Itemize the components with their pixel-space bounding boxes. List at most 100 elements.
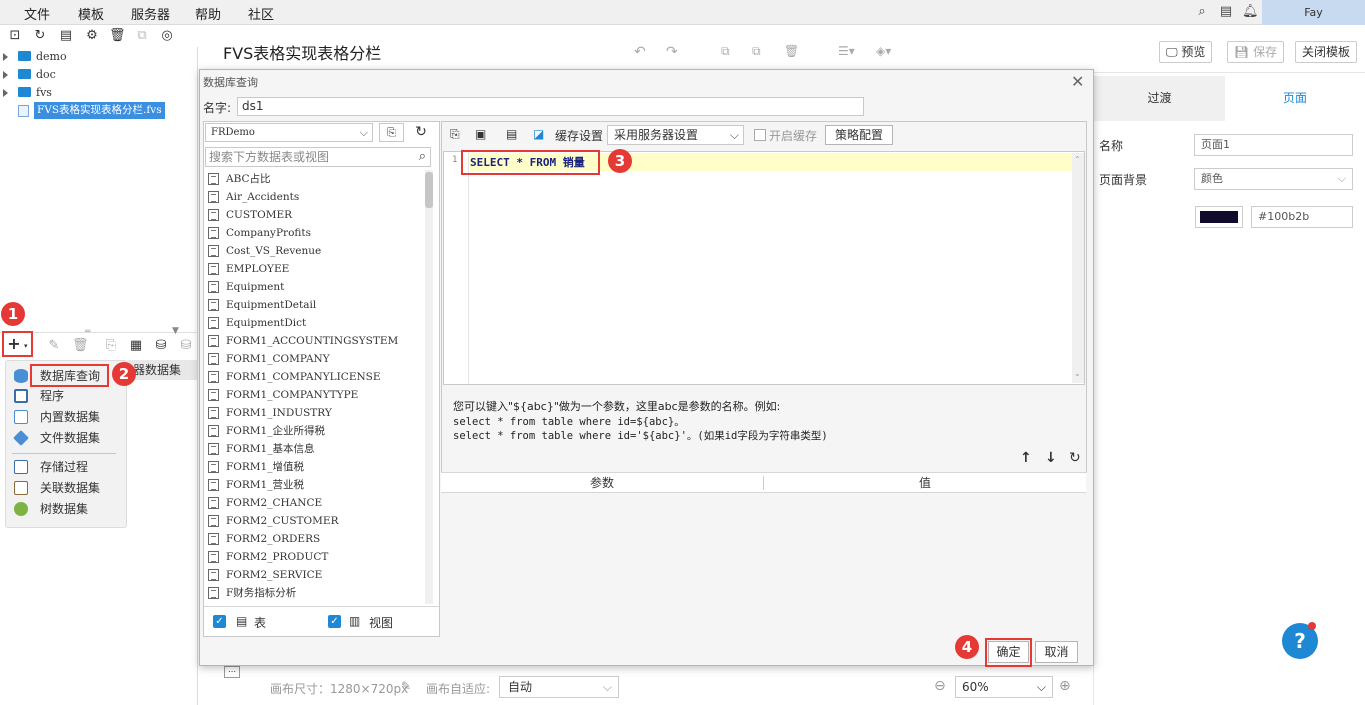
collapse-icon[interactable]: ▼ [172, 326, 179, 336]
delete-icon[interactable]: 🗑︎ [784, 44, 799, 58]
close-template-button[interactable]: 关闭模板 [1295, 41, 1358, 63]
chevron-up-icon[interactable]: ⌃ [1074, 155, 1081, 164]
table-list-item[interactable]: FORM1_COMPANYTYPE [205, 386, 425, 404]
table-list-item[interactable]: FORM1_COMPANY [205, 350, 425, 368]
menu-item-tree-dataset[interactable]: 树数据集 [14, 499, 124, 519]
list-scrollbar[interactable] [425, 170, 433, 604]
table-list-item[interactable]: FORM1_增值税 [205, 458, 425, 476]
notes-icon[interactable]: ▤ [1218, 4, 1234, 20]
menu-item-file-dataset[interactable]: 文件数据集 [13, 428, 124, 448]
delete-icon[interactable]: 🗑︎ [72, 338, 89, 354]
cache-settings-icon[interactable]: ◪ [533, 127, 544, 141]
tab-page[interactable]: 页面 [1225, 76, 1365, 121]
bell-icon[interactable]: 🔔︎ [1242, 4, 1259, 20]
expand-arrow-icon[interactable] [3, 53, 8, 61]
arrow-up-icon[interactable]: ↑ [1020, 450, 1032, 466]
zoom-in-icon[interactable]: ⊕ [1059, 678, 1071, 694]
table-list-item[interactable]: F财务指标分析 [205, 584, 425, 602]
preview-button[interactable]: 🖵︎ 预览 [1159, 41, 1213, 63]
tree-item-selected-file[interactable]: FVS表格实现表格分栏.fvs [0, 102, 198, 119]
refresh-icon[interactable]: ↻ [32, 28, 48, 44]
delete-icon[interactable]: 🗑︎ [109, 28, 126, 44]
table-list-item[interactable]: CompanyProfits [205, 224, 425, 242]
table-list-item[interactable]: FORM1_营业税 [205, 476, 425, 494]
table-list-item[interactable]: FORM2_SERVICE [205, 566, 425, 584]
settings-icon[interactable]: ⚙ [84, 28, 100, 44]
table-list-item[interactable]: FORM1_企业所得税 [205, 422, 425, 440]
expand-arrow-icon[interactable] [3, 71, 8, 79]
align-icon[interactable]: ☰▾ [838, 44, 855, 58]
table-list-item[interactable]: FORM1_COMPANYLICENSE [205, 368, 425, 386]
color-swatch-button[interactable] [1195, 206, 1243, 228]
chevron-down-icon[interactable]: ⌄ [1074, 369, 1081, 378]
table-list-item[interactable]: FORM2_PRODUCT [205, 548, 425, 566]
zoom-out-icon[interactable]: ⊖ [934, 678, 946, 694]
table-list-item[interactable]: ABC占比 [205, 170, 425, 188]
edit-icon[interactable]: ✎ [46, 338, 62, 354]
locate-icon[interactable]: ◎ [159, 28, 175, 44]
menu-help[interactable]: 帮助 [195, 4, 221, 23]
dataset-name-input[interactable]: ds1 [237, 97, 864, 116]
view-checkbox[interactable]: ✓ [328, 615, 341, 628]
editor-scrollbar[interactable]: ⌃ ⌄ [1072, 153, 1084, 383]
menu-file[interactable]: 文件 [24, 4, 50, 23]
table-list-item[interactable]: FORM1_基本信息 [205, 440, 425, 458]
table-list-item[interactable]: FORM1_ACCOUNTINGSYSTEM [205, 332, 425, 350]
table-list-item[interactable]: FORM2_ORDERS [205, 530, 425, 548]
preview-icon[interactable]: ⎘ [103, 338, 119, 354]
strategy-config-button[interactable]: 策略配置 [825, 125, 893, 145]
edit-size-icon[interactable]: ✎ [401, 679, 411, 693]
table-list-item[interactable]: FORM1_INDUSTRY [205, 404, 425, 422]
copy-icon[interactable]: ⧉ [134, 28, 150, 44]
tab-transition[interactable]: 过渡 [1094, 76, 1225, 121]
keyboard-icon[interactable]: ⋯ [224, 666, 240, 678]
layer-icon[interactable]: ◈▾ [876, 44, 891, 58]
new-folder-icon[interactable]: ⊡ [7, 28, 23, 44]
background-type-select[interactable]: 颜色 ⌵ [1194, 168, 1353, 190]
table-list-item[interactable]: Air_Accidents [205, 188, 425, 206]
tree-item-demo[interactable]: demo [0, 48, 198, 65]
save-button[interactable]: 💾︎ 保存 [1227, 41, 1285, 63]
copy-icon[interactable]: ⧉ [721, 44, 730, 59]
preview-icon[interactable]: ⎘ [450, 127, 460, 142]
expand-arrow-icon[interactable] [3, 89, 8, 97]
menu-template[interactable]: 模板 [78, 4, 104, 23]
undo-icon[interactable]: ↶ [634, 44, 646, 60]
table-list-item[interactable]: EquipmentDict [205, 314, 425, 332]
table-search-input[interactable]: 搜索下方数据表或视图 ⌕ [205, 147, 431, 167]
menu-item-builtin-dataset[interactable]: 内置数据集 [14, 407, 124, 427]
zoom-select[interactable]: 60% ⌵ [955, 676, 1053, 698]
cancel-button[interactable]: 取消 [1035, 641, 1078, 663]
adaptive-select[interactable]: 自动 ⌵ [499, 676, 619, 698]
table-list-item[interactable]: EMPLOYEE [205, 260, 425, 278]
sql-format-icon[interactable]: ▤ [506, 127, 517, 141]
table-list-item[interactable]: Equipment [205, 278, 425, 296]
tree-item-doc[interactable]: doc [0, 66, 198, 83]
user-name[interactable]: Fay [1262, 0, 1365, 25]
list-scroll-thumb[interactable] [425, 172, 433, 208]
table-list-item[interactable]: EquipmentDetail [205, 296, 425, 314]
color-hex-input[interactable]: #100b2b [1251, 206, 1353, 228]
database-settings-icon[interactable]: ⛁ [178, 338, 194, 354]
sql-editor[interactable] [443, 151, 1085, 385]
menu-item-program[interactable]: 程序 [14, 386, 124, 406]
table-checkbox[interactable]: ✓ [213, 615, 226, 628]
table-list-item[interactable]: CUSTOMER [205, 206, 425, 224]
table-list-item[interactable]: FORM2_CHANCE [205, 494, 425, 512]
search-icon[interactable]: ⌕ [1194, 4, 1210, 20]
redo-icon[interactable]: ↷ [666, 44, 678, 60]
page-name-input[interactable]: 页面1 [1194, 134, 1353, 156]
cache-mode-select[interactable]: 采用服务器设置 ⌵ [607, 125, 744, 145]
save-sql-icon[interactable]: ▣ [475, 127, 486, 141]
table-list-item[interactable]: Cost_VS_Revenue [205, 242, 425, 260]
edit-connection-icon[interactable]: ⎘ [379, 123, 404, 142]
dataset-edit-icon[interactable]: ▦ [128, 338, 144, 354]
menu-item-joined-dataset[interactable]: 关联数据集 [14, 478, 124, 498]
tree-item-fvs[interactable]: fvs [0, 84, 198, 101]
menu-item-stored-procedure[interactable]: 存储过程 [14, 457, 124, 477]
refresh-icon[interactable]: ↻ [1069, 450, 1081, 466]
enable-cache-checkbox[interactable] [754, 129, 766, 141]
table-list-item[interactable]: FORM2_CUSTOMER [205, 512, 425, 530]
connection-select[interactable]: FRDemo ⌵ [205, 123, 373, 142]
file-icon[interactable]: ▤ [58, 28, 74, 44]
